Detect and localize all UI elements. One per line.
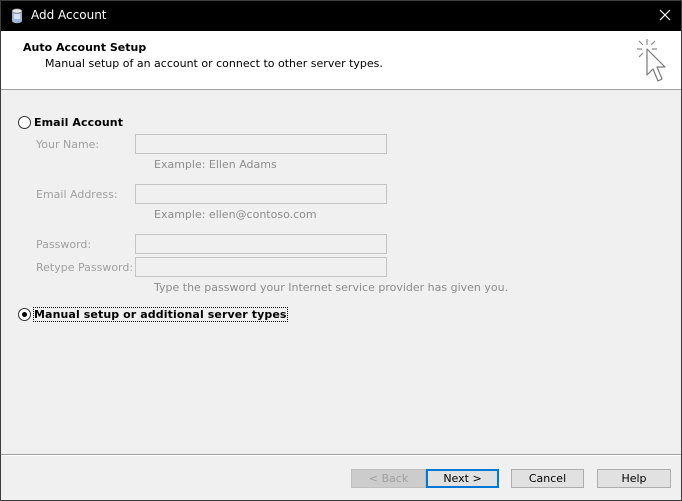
your-name-label: Your Name: (36, 138, 100, 151)
help-button[interactable]: Help (597, 469, 671, 488)
email-account-option[interactable]: Email Account (18, 116, 123, 129)
close-button[interactable] (649, 1, 681, 31)
header-subtitle: Manual setup of an account or connect to… (45, 57, 383, 70)
close-icon (659, 9, 671, 24)
your-name-hint: Example: Ellen Adams (154, 158, 277, 171)
password-input[interactable] (135, 234, 387, 254)
outlook-account-icon (10, 8, 24, 24)
email-address-hint: Example: ellen@contoso.com (154, 208, 317, 221)
email-account-radio[interactable] (18, 116, 31, 129)
manual-setup-radio[interactable] (18, 308, 31, 321)
email-account-label[interactable]: Email Account (34, 116, 123, 129)
your-name-input[interactable] (135, 134, 387, 154)
password-label: Password: (36, 238, 92, 251)
cancel-button[interactable]: Cancel (511, 469, 584, 488)
retype-password-input[interactable] (135, 257, 387, 277)
email-address-label: Email Address: (36, 188, 118, 201)
password-hint: Type the password your Internet service … (154, 281, 509, 294)
footer-divider (1, 454, 681, 456)
next-button[interactable]: Next > (426, 469, 499, 488)
retype-password-label: Retype Password: (36, 261, 134, 274)
back-button[interactable]: < Back (351, 469, 426, 488)
sparkle-cursor-icon (633, 37, 669, 85)
add-account-dialog: Add Account Auto Account Setup Manual se… (0, 0, 682, 501)
title-bar[interactable]: Add Account (1, 1, 681, 31)
window-title: Add Account (31, 8, 107, 22)
wizard-header: Auto Account Setup Manual setup of an ac… (1, 31, 681, 90)
email-address-input[interactable] (135, 184, 387, 204)
manual-setup-option[interactable]: Manual setup or additional server types (18, 307, 288, 322)
header-title: Auto Account Setup (23, 41, 147, 54)
manual-setup-label[interactable]: Manual setup or additional server types (33, 307, 288, 322)
